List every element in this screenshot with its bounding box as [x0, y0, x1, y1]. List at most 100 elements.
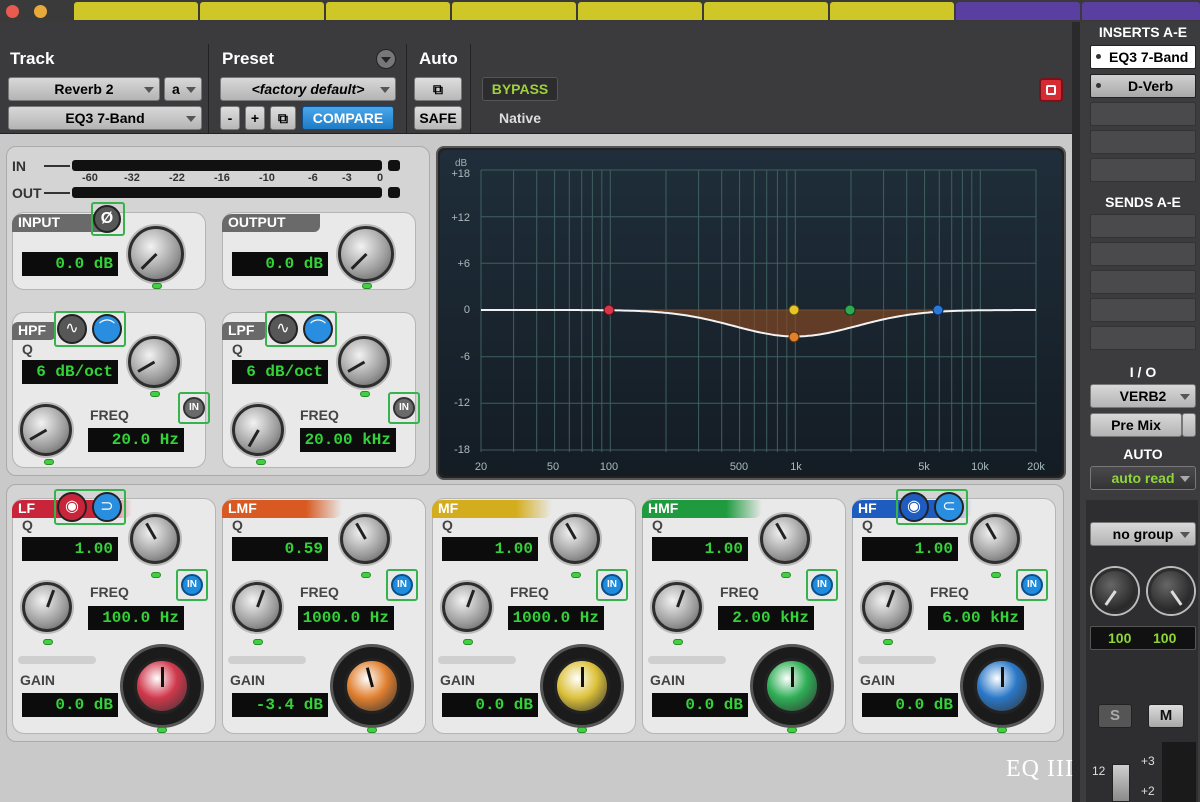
insert-slot-d[interactable]	[1090, 130, 1196, 154]
pan-left-knob[interactable]	[1092, 568, 1138, 614]
hf-gain-display[interactable]: 0.0 dB	[862, 693, 958, 717]
bell-filter-icon[interactable]: ◉	[899, 492, 929, 522]
fader-scale-label: +3	[1141, 754, 1155, 768]
lf-q-knob[interactable]	[130, 514, 180, 564]
lmf-in-button[interactable]: IN	[391, 574, 413, 596]
shelf-filter-icon[interactable]: ⊂	[934, 492, 964, 522]
chevron-down-icon	[1180, 476, 1190, 482]
lmf-freq-led	[253, 639, 263, 645]
lf-gain-label: GAIN	[20, 672, 55, 688]
hmf-band-header: HMF	[642, 500, 762, 518]
group-select[interactable]: no group	[1090, 522, 1196, 546]
hmf-q-led	[781, 572, 791, 578]
mf-gain-knob[interactable]	[554, 658, 610, 714]
track-color-tab	[1082, 2, 1200, 20]
lf-gain-display[interactable]: 0.0 dB	[22, 693, 118, 717]
lmf-gain-label: GAIN	[230, 672, 265, 688]
hmf-q-knob[interactable]	[760, 514, 810, 564]
hmf-q-display[interactable]: 1.00	[652, 537, 748, 561]
lmf-band-label: LMF	[228, 500, 257, 516]
pan-left-value: 100	[1108, 630, 1132, 646]
lf-freq-display[interactable]: 100.0 Hz	[88, 606, 184, 630]
lmf-freq-knob[interactable]	[232, 582, 282, 632]
hmf-freq-display[interactable]: 2.00 kHz	[718, 606, 814, 630]
mf-q-display[interactable]: 1.00	[442, 537, 538, 561]
mf-freq-label: FREQ	[510, 584, 549, 600]
hf-q-knob[interactable]	[970, 514, 1020, 564]
hmf-gain-knob[interactable]	[764, 658, 820, 714]
lf-q-led	[151, 572, 161, 578]
mf-q-knob[interactable]	[550, 514, 600, 564]
solo-button[interactable]: S	[1098, 704, 1132, 728]
fader-scale-label: +2	[1141, 784, 1155, 798]
sends-heading: SENDS A-E	[1105, 194, 1181, 210]
lmf-q-display[interactable]: 0.59	[232, 537, 328, 561]
hf-freq-label: FREQ	[930, 584, 969, 600]
mf-in-button[interactable]: IN	[601, 574, 623, 596]
hf-gain-label: GAIN	[860, 672, 895, 688]
hf-q-label: Q	[862, 517, 873, 533]
send-slot-b[interactable]	[1090, 242, 1196, 266]
mf-freq-led	[463, 639, 473, 645]
premix-stepper[interactable]	[1182, 413, 1196, 437]
hf-gain-knob[interactable]	[974, 658, 1030, 714]
mf-freq-knob[interactable]	[442, 582, 492, 632]
hmf-gain-led	[787, 727, 797, 733]
insert-active-icon	[1096, 83, 1101, 88]
output-path-label: VERB2	[1119, 388, 1167, 404]
lmf-q-knob[interactable]	[340, 514, 390, 564]
insert-slot-e[interactable]	[1090, 158, 1196, 182]
lmf-gain-display[interactable]: -3.4 dB	[232, 693, 328, 717]
premix-label: Pre Mix	[1111, 417, 1161, 433]
lmf-gain-knob[interactable]	[344, 658, 400, 714]
send-slot-c[interactable]	[1090, 270, 1196, 294]
inserts-heading: INSERTS A-E	[1098, 24, 1188, 40]
send-slot-e[interactable]	[1090, 326, 1196, 350]
mute-button[interactable]: M	[1148, 704, 1184, 728]
mf-gain-label: GAIN	[440, 672, 475, 688]
hf-gain-led	[997, 727, 1007, 733]
hf-q-display[interactable]: 1.00	[862, 537, 958, 561]
chevron-down-icon	[1180, 532, 1190, 538]
fader-scale-label: 12	[1092, 764, 1106, 778]
send-slot-d[interactable]	[1090, 298, 1196, 322]
pan-right-knob[interactable]	[1148, 568, 1194, 614]
bell-filter-icon[interactable]: ◉	[57, 492, 87, 522]
shelf-filter-icon[interactable]: ⊃	[92, 492, 122, 522]
divider	[18, 656, 96, 664]
insert-slot-a[interactable]: EQ3 7-Band	[1090, 45, 1196, 69]
hf-in-button[interactable]: IN	[1021, 574, 1043, 596]
mf-freq-display[interactable]: 1000.0 Hz	[508, 606, 604, 630]
premix-select[interactable]: Pre Mix	[1090, 413, 1182, 437]
channel-level-meter	[1162, 742, 1196, 802]
lf-in-button[interactable]: IN	[181, 574, 203, 596]
lf-gain-led	[157, 727, 167, 733]
pan-display[interactable]: 100 100	[1090, 626, 1196, 650]
lmf-freq-display[interactable]: 1000.0 Hz	[298, 606, 394, 630]
hf-freq-display[interactable]: 6.00 kHz	[928, 606, 1024, 630]
lf-gain-knob[interactable]	[134, 658, 190, 714]
insert-b-label: D-Verb	[1128, 78, 1174, 94]
insert-slot-c[interactable]	[1090, 102, 1196, 126]
mf-band-label: MF	[438, 500, 459, 516]
lmf-gain-led	[367, 727, 377, 733]
volume-fader[interactable]	[1112, 764, 1130, 802]
automation-mode-select[interactable]: auto read	[1090, 466, 1196, 490]
output-path-select[interactable]: VERB2	[1090, 384, 1196, 408]
hmf-q-label: Q	[652, 517, 663, 533]
send-slot-a[interactable]	[1090, 214, 1196, 238]
hmf-freq-knob[interactable]	[652, 582, 702, 632]
hmf-in-button[interactable]: IN	[811, 574, 833, 596]
pan-right-value: 100	[1153, 630, 1177, 646]
hmf-gain-display[interactable]: 0.0 dB	[652, 693, 748, 717]
lf-freq-label: FREQ	[90, 584, 129, 600]
lmf-q-label: Q	[232, 517, 243, 533]
lf-freq-knob[interactable]	[22, 582, 72, 632]
hf-freq-knob[interactable]	[862, 582, 912, 632]
mf-q-led	[571, 572, 581, 578]
chevron-down-icon	[1180, 394, 1190, 400]
insert-slot-b[interactable]: D-Verb	[1090, 74, 1196, 98]
mf-gain-led	[577, 727, 587, 733]
lf-q-display[interactable]: 1.00	[22, 537, 118, 561]
mf-gain-display[interactable]: 0.0 dB	[442, 693, 538, 717]
